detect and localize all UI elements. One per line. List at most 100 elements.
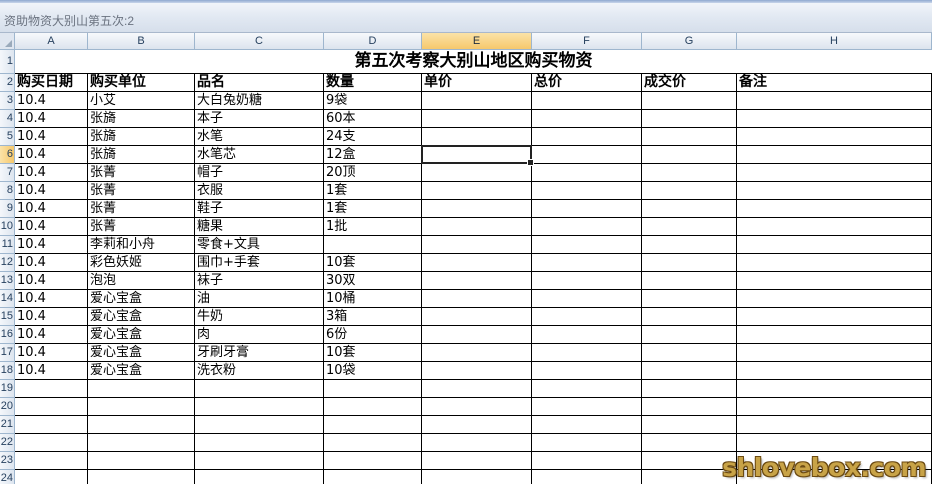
cell-b8[interactable]: 张菁 <box>88 182 195 200</box>
cell-c17[interactable]: 牙刷牙膏 <box>195 344 324 362</box>
cell-f18[interactable] <box>532 362 642 380</box>
cell-a17[interactable]: 10.4 <box>15 344 88 362</box>
cell-e13[interactable] <box>422 272 532 290</box>
cell-g15[interactable] <box>642 308 737 326</box>
cell-a24[interactable] <box>15 470 88 484</box>
cell-a18[interactable]: 10.4 <box>15 362 88 380</box>
cell-h4[interactable] <box>737 110 932 128</box>
cell-a15[interactable]: 10.4 <box>15 308 88 326</box>
cell-f24[interactable] <box>532 470 642 484</box>
cell-d18[interactable]: 10袋 <box>324 362 422 380</box>
cell-h6[interactable] <box>737 146 932 164</box>
cell-h17[interactable] <box>737 344 932 362</box>
cell-f5[interactable] <box>532 128 642 146</box>
cell-d12[interactable]: 10套 <box>324 254 422 272</box>
cell-a14[interactable]: 10.4 <box>15 290 88 308</box>
row-header-8[interactable]: 8 <box>0 182 15 200</box>
cell-d14[interactable]: 10桶 <box>324 290 422 308</box>
cell-f10[interactable] <box>532 218 642 236</box>
cell-b11[interactable]: 李莉和小舟 <box>88 236 195 254</box>
column-header-e[interactable]: E <box>422 33 532 50</box>
column-header-f[interactable]: F <box>532 33 642 50</box>
cell-h15[interactable] <box>737 308 932 326</box>
cell-c12[interactable]: 围巾+手套 <box>195 254 324 272</box>
cell-f13[interactable] <box>532 272 642 290</box>
cell-h19[interactable] <box>737 380 932 398</box>
cell-c18[interactable]: 洗衣粉 <box>195 362 324 380</box>
cell-c21[interactable] <box>195 416 324 434</box>
cell-a10[interactable]: 10.4 <box>15 218 88 236</box>
cell-b23[interactable] <box>88 452 195 470</box>
cell-f20[interactable] <box>532 398 642 416</box>
cell-a22[interactable] <box>15 434 88 452</box>
cell-e11[interactable] <box>422 236 532 254</box>
cell-a23[interactable] <box>15 452 88 470</box>
cell-f21[interactable] <box>532 416 642 434</box>
cell-h21[interactable] <box>737 416 932 434</box>
cell-g9[interactable] <box>642 200 737 218</box>
row-header-3[interactable]: 3 <box>0 92 15 110</box>
cell-b17[interactable]: 爱心宝盒 <box>88 344 195 362</box>
cell-e19[interactable] <box>422 380 532 398</box>
cell-b21[interactable] <box>88 416 195 434</box>
cell-h13[interactable] <box>737 272 932 290</box>
cell-b14[interactable]: 爱心宝盒 <box>88 290 195 308</box>
cell-e21[interactable] <box>422 416 532 434</box>
cell-c22[interactable] <box>195 434 324 452</box>
row-header-14[interactable]: 14 <box>0 290 15 308</box>
cell-b7[interactable]: 张菁 <box>88 164 195 182</box>
row-header-17[interactable]: 17 <box>0 344 15 362</box>
cell-e17[interactable] <box>422 344 532 362</box>
cell-c14[interactable]: 油 <box>195 290 324 308</box>
column-header-b[interactable]: B <box>88 33 195 50</box>
cell-d7[interactable]: 20顶 <box>324 164 422 182</box>
cell-c6[interactable]: 水笔芯 <box>195 146 324 164</box>
cell-g6[interactable] <box>642 146 737 164</box>
row-header-5[interactable]: 5 <box>0 128 15 146</box>
cell-c15[interactable]: 牛奶 <box>195 308 324 326</box>
cell-f17[interactable] <box>532 344 642 362</box>
column-header-g[interactable]: G <box>642 33 737 50</box>
cell-b6[interactable]: 张旖 <box>88 146 195 164</box>
cell-f23[interactable] <box>532 452 642 470</box>
cell-f12[interactable] <box>532 254 642 272</box>
cell-b22[interactable] <box>88 434 195 452</box>
header-cell-e[interactable]: 单价 <box>422 74 532 92</box>
cell-f6[interactable] <box>532 146 642 164</box>
cell-g21[interactable] <box>642 416 737 434</box>
row-header-9[interactable]: 9 <box>0 200 15 218</box>
cell-e15[interactable] <box>422 308 532 326</box>
cell-d16[interactable]: 6份 <box>324 326 422 344</box>
cell-h10[interactable] <box>737 218 932 236</box>
row-header-24[interactable]: 24 <box>0 470 15 484</box>
cell-e12[interactable] <box>422 254 532 272</box>
cell-e9[interactable] <box>422 200 532 218</box>
header-cell-f[interactable]: 总价 <box>532 74 642 92</box>
cell-h22[interactable] <box>737 434 932 452</box>
cell-b20[interactable] <box>88 398 195 416</box>
cell-c4[interactable]: 本子 <box>195 110 324 128</box>
cell-f19[interactable] <box>532 380 642 398</box>
cell-g20[interactable] <box>642 398 737 416</box>
cell-f14[interactable] <box>532 290 642 308</box>
cell-a8[interactable]: 10.4 <box>15 182 88 200</box>
cell-c24[interactable] <box>195 470 324 484</box>
row-header-12[interactable]: 12 <box>0 254 15 272</box>
cell-b3[interactable]: 小艾 <box>88 92 195 110</box>
cell-b19[interactable] <box>88 380 195 398</box>
cell-h20[interactable] <box>737 398 932 416</box>
cell-c9[interactable]: 鞋子 <box>195 200 324 218</box>
cell-a13[interactable]: 10.4 <box>15 272 88 290</box>
cell-e5[interactable] <box>422 128 532 146</box>
column-header-d[interactable]: D <box>324 33 422 50</box>
cell-a12[interactable]: 10.4 <box>15 254 88 272</box>
row-header-23[interactable]: 23 <box>0 452 15 470</box>
cell-d5[interactable]: 24支 <box>324 128 422 146</box>
header-cell-g[interactable]: 成交价 <box>642 74 737 92</box>
cell-e6[interactable] <box>422 146 532 164</box>
cell-a16[interactable]: 10.4 <box>15 326 88 344</box>
cell-d11[interactable] <box>324 236 422 254</box>
cell-g14[interactable] <box>642 290 737 308</box>
cell-b15[interactable]: 爱心宝盒 <box>88 308 195 326</box>
row-header-10[interactable]: 10 <box>0 218 15 236</box>
